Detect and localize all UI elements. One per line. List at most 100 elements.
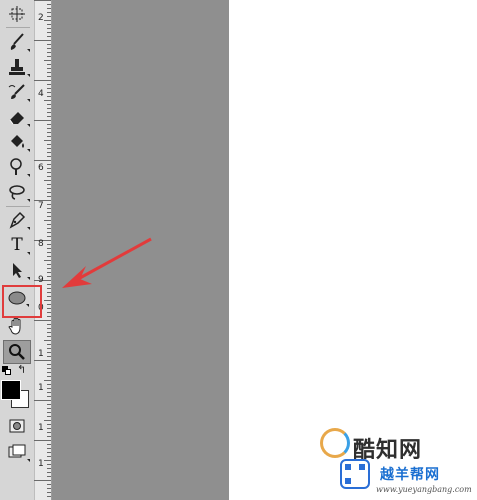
ruler-tick	[47, 76, 51, 77]
ruler-tick	[47, 412, 51, 413]
ruler-tick	[44, 260, 51, 261]
ruler-tick	[47, 68, 51, 69]
ruler-tick	[34, 0, 51, 1]
ruler-label: 1	[38, 459, 44, 469]
ruler-tick	[47, 284, 51, 285]
brush-icon[interactable]	[3, 30, 31, 54]
type-icon[interactable]: T	[3, 233, 31, 257]
ruler-tick	[44, 180, 51, 181]
ruler-label: 9	[38, 275, 44, 285]
ruler-tick	[47, 332, 51, 333]
ruler-tick	[47, 8, 51, 9]
swap-colors-icon[interactable]: ↰	[17, 363, 26, 376]
ruler-tick	[47, 32, 51, 33]
pasteboard	[52, 0, 229, 500]
ruler-tick	[47, 208, 51, 209]
ruler-tick	[47, 152, 51, 153]
default-colors-icon[interactable]	[2, 366, 12, 375]
ruler-tick	[47, 132, 51, 133]
ruler-tick	[47, 248, 51, 249]
ruler-tick	[47, 492, 51, 493]
ruler-tick	[44, 380, 51, 381]
watermark-site-logo-icon	[340, 459, 370, 489]
ruler-label: 8	[38, 239, 44, 249]
document-canvas[interactable]	[229, 0, 477, 500]
ruler-tick	[47, 216, 51, 217]
ruler-tick	[47, 468, 51, 469]
ruler-tick	[47, 396, 51, 397]
ruler-tick	[47, 4, 51, 5]
ruler-tick	[34, 320, 51, 321]
zoom-icon[interactable]	[3, 340, 31, 364]
clone-stamp-icon[interactable]	[3, 55, 31, 79]
ruler-tick	[47, 368, 51, 369]
ruler-tick	[47, 304, 51, 305]
ruler-tick	[47, 256, 51, 257]
ruler-tick	[47, 488, 51, 489]
history-brush-icon[interactable]	[3, 80, 31, 104]
ruler-tick	[47, 236, 51, 237]
eraser-icon[interactable]	[3, 105, 31, 129]
ruler-tick	[34, 160, 51, 161]
ruler-tick	[47, 224, 51, 225]
screen-mode-icon[interactable]	[3, 440, 31, 464]
ruler-tick	[47, 48, 51, 49]
ruler-tick	[47, 276, 51, 277]
ruler-tick	[47, 176, 51, 177]
ruler-tick	[47, 188, 51, 189]
ruler-tick	[47, 24, 51, 25]
ruler-tick	[47, 168, 51, 169]
ruler-tick	[47, 404, 51, 405]
ruler-tick	[47, 108, 51, 109]
foreground-color-swatch[interactable]	[1, 380, 21, 400]
ruler-tick	[47, 128, 51, 129]
ruler-tick	[47, 384, 51, 385]
ruler-tick	[44, 460, 51, 461]
ruler-tick	[47, 116, 51, 117]
ruler-tick	[47, 296, 51, 297]
ruler-tick	[47, 36, 51, 37]
ruler-tick	[34, 40, 51, 41]
ruler-tick	[47, 104, 51, 105]
ruler-tick	[47, 44, 51, 45]
ruler-tick	[47, 432, 51, 433]
ruler-tick	[47, 464, 51, 465]
ruler-tick	[47, 496, 51, 497]
dodge-icon[interactable]	[3, 155, 31, 179]
arrow-cursor-icon[interactable]	[3, 258, 31, 282]
ruler-tick	[47, 328, 51, 329]
ruler-tick	[47, 388, 51, 389]
ruler-tick	[47, 144, 51, 145]
ruler-tick	[47, 428, 51, 429]
ruler-tick	[47, 484, 51, 485]
watermark-site-name: 越羊帮网	[380, 467, 440, 483]
quick-mask-icon[interactable]	[3, 414, 31, 438]
lasso-icon[interactable]	[3, 180, 31, 204]
ruler-tick	[47, 376, 51, 377]
ruler-tick	[47, 192, 51, 193]
ruler-tick	[47, 324, 51, 325]
ruler-tick	[47, 136, 51, 137]
ruler-tick	[47, 288, 51, 289]
ruler-tick	[44, 340, 51, 341]
ruler-tick	[47, 272, 51, 273]
ruler-tick	[47, 456, 51, 457]
ruler-tick	[47, 424, 51, 425]
vertical-ruler: 24678901111	[34, 0, 52, 500]
ruler-tick	[44, 420, 51, 421]
ruler-tick	[47, 292, 51, 293]
paint-bucket-icon[interactable]	[3, 130, 31, 154]
ruler-tick	[47, 196, 51, 197]
ruler-tick	[47, 252, 51, 253]
ruler-tick	[47, 392, 51, 393]
ruler-tick	[47, 164, 51, 165]
ruler-tick	[47, 356, 51, 357]
ruler-label: 6	[38, 163, 44, 173]
ruler-tick	[47, 16, 51, 17]
ruler-tick	[34, 120, 51, 121]
pen-icon[interactable]	[3, 208, 31, 232]
crop-marquee-icon[interactable]	[3, 2, 31, 26]
ruler-tick	[47, 212, 51, 213]
ruler-tick	[47, 308, 51, 309]
ruler-tick	[44, 140, 51, 141]
